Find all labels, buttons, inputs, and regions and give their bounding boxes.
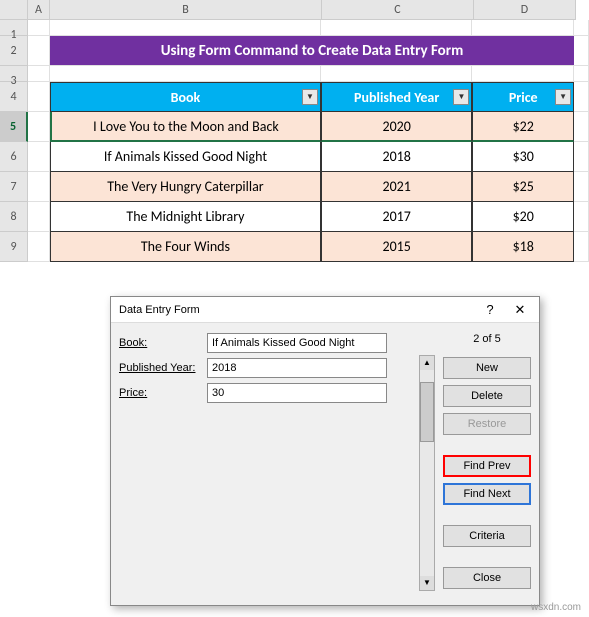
close-button[interactable]: Close <box>443 567 531 589</box>
cell-C3[interactable] <box>321 66 472 82</box>
header-book-label: Book <box>171 89 201 106</box>
header-price-label: Price <box>509 89 538 106</box>
cell-price-1[interactable]: $22 <box>472 112 574 142</box>
cell-book-2[interactable]: If Animals Kissed Good Night <box>50 142 321 172</box>
header-year-label: Published Year <box>354 89 439 106</box>
find-next-button[interactable]: Find Next <box>443 483 531 505</box>
cell-A3[interactable] <box>28 66 50 82</box>
record-scrollbar[interactable]: ▲ ▼ <box>419 355 435 591</box>
cell-C1[interactable] <box>321 20 472 36</box>
cell-price-3[interactable]: $25 <box>472 172 574 202</box>
col-header-C[interactable]: C <box>322 0 474 20</box>
cell-B1[interactable] <box>50 20 321 36</box>
help-button[interactable]: ? <box>475 299 505 321</box>
cell-year-5[interactable]: 2015 <box>321 232 472 262</box>
row-header-1[interactable]: 1 <box>0 20 28 36</box>
header-price[interactable]: Price ▼ <box>472 82 574 112</box>
cell-B3[interactable] <box>50 66 321 82</box>
filter-dropdown-year[interactable]: ▼ <box>453 89 469 105</box>
header-year[interactable]: Published Year ▼ <box>321 82 472 112</box>
cell-year-2[interactable]: 2018 <box>321 142 472 172</box>
year-label: Published Year: <box>119 362 207 374</box>
filter-dropdown-book[interactable]: ▼ <box>302 89 318 105</box>
cell-A9[interactable] <box>28 232 50 262</box>
scroll-thumb[interactable] <box>420 382 434 442</box>
price-label: Price: <box>119 387 207 399</box>
price-input[interactable] <box>207 383 387 403</box>
cell-A8[interactable] <box>28 202 50 232</box>
cell-book-5[interactable]: The Four Winds <box>50 232 321 262</box>
dialog-titlebar[interactable]: Data Entry Form ? ✕ <box>111 297 539 323</box>
header-book[interactable]: Book ▼ <box>50 82 321 112</box>
col-header-B[interactable]: B <box>50 0 322 20</box>
cell-price-2[interactable]: $30 <box>472 142 574 172</box>
cell-book-1[interactable]: I Love You to the Moon and Back <box>50 112 321 142</box>
scroll-up-icon[interactable]: ▲ <box>420 356 434 370</box>
row-header-4[interactable]: 4 <box>0 82 28 112</box>
row-header-7[interactable]: 7 <box>0 172 28 202</box>
delete-button[interactable]: Delete <box>443 385 531 407</box>
book-label: Book: <box>119 337 207 349</box>
book-input[interactable] <box>207 333 387 353</box>
cell-year-1[interactable]: 2020 <box>321 112 472 142</box>
col-header-A[interactable]: A <box>28 0 50 20</box>
find-prev-button[interactable]: Find Prev <box>443 455 531 477</box>
cell-book-4[interactable]: The Midnight Library <box>50 202 321 232</box>
scroll-down-icon[interactable]: ▼ <box>420 576 434 590</box>
row-header-6[interactable]: 6 <box>0 142 28 172</box>
row-header-8[interactable]: 8 <box>0 202 28 232</box>
cell-book-3[interactable]: The Very Hungry Caterpillar <box>50 172 321 202</box>
new-button[interactable]: New <box>443 357 531 379</box>
data-entry-form-dialog: Data Entry Form ? ✕ Book: Published Year… <box>110 296 540 606</box>
cell-price-5[interactable]: $18 <box>472 232 574 262</box>
cell-A7[interactable] <box>28 172 50 202</box>
row-header-5[interactable]: 5 <box>0 112 28 142</box>
cell-year-4[interactable]: 2017 <box>321 202 472 232</box>
watermark: wsxdn.com <box>531 602 581 613</box>
title-cell[interactable]: Using Form Command to Create Data Entry … <box>50 36 574 66</box>
cell-A5[interactable] <box>28 112 50 142</box>
cell-A2[interactable] <box>28 36 50 66</box>
filter-dropdown-price[interactable]: ▼ <box>555 89 571 105</box>
cell-A6[interactable] <box>28 142 50 172</box>
cell-D3[interactable] <box>472 66 574 82</box>
select-all-corner[interactable] <box>0 0 28 20</box>
cell-price-4[interactable]: $20 <box>472 202 574 232</box>
row-header-9[interactable]: 9 <box>0 232 28 262</box>
year-input[interactable] <box>207 358 387 378</box>
record-counter: 2 of 5 <box>443 333 531 345</box>
criteria-button[interactable]: Criteria <box>443 525 531 547</box>
cell-year-3[interactable]: 2021 <box>321 172 472 202</box>
col-header-D[interactable]: D <box>474 0 576 20</box>
cell-A4[interactable] <box>28 82 50 112</box>
row-header-2[interactable]: 2 <box>0 36 28 66</box>
close-icon[interactable]: ✕ <box>505 299 535 321</box>
cell-A1[interactable] <box>28 20 50 36</box>
cell-D1[interactable] <box>472 20 574 36</box>
row-header-3[interactable]: 3 <box>0 66 28 82</box>
restore-button: Restore <box>443 413 531 435</box>
dialog-title: Data Entry Form <box>119 304 200 316</box>
